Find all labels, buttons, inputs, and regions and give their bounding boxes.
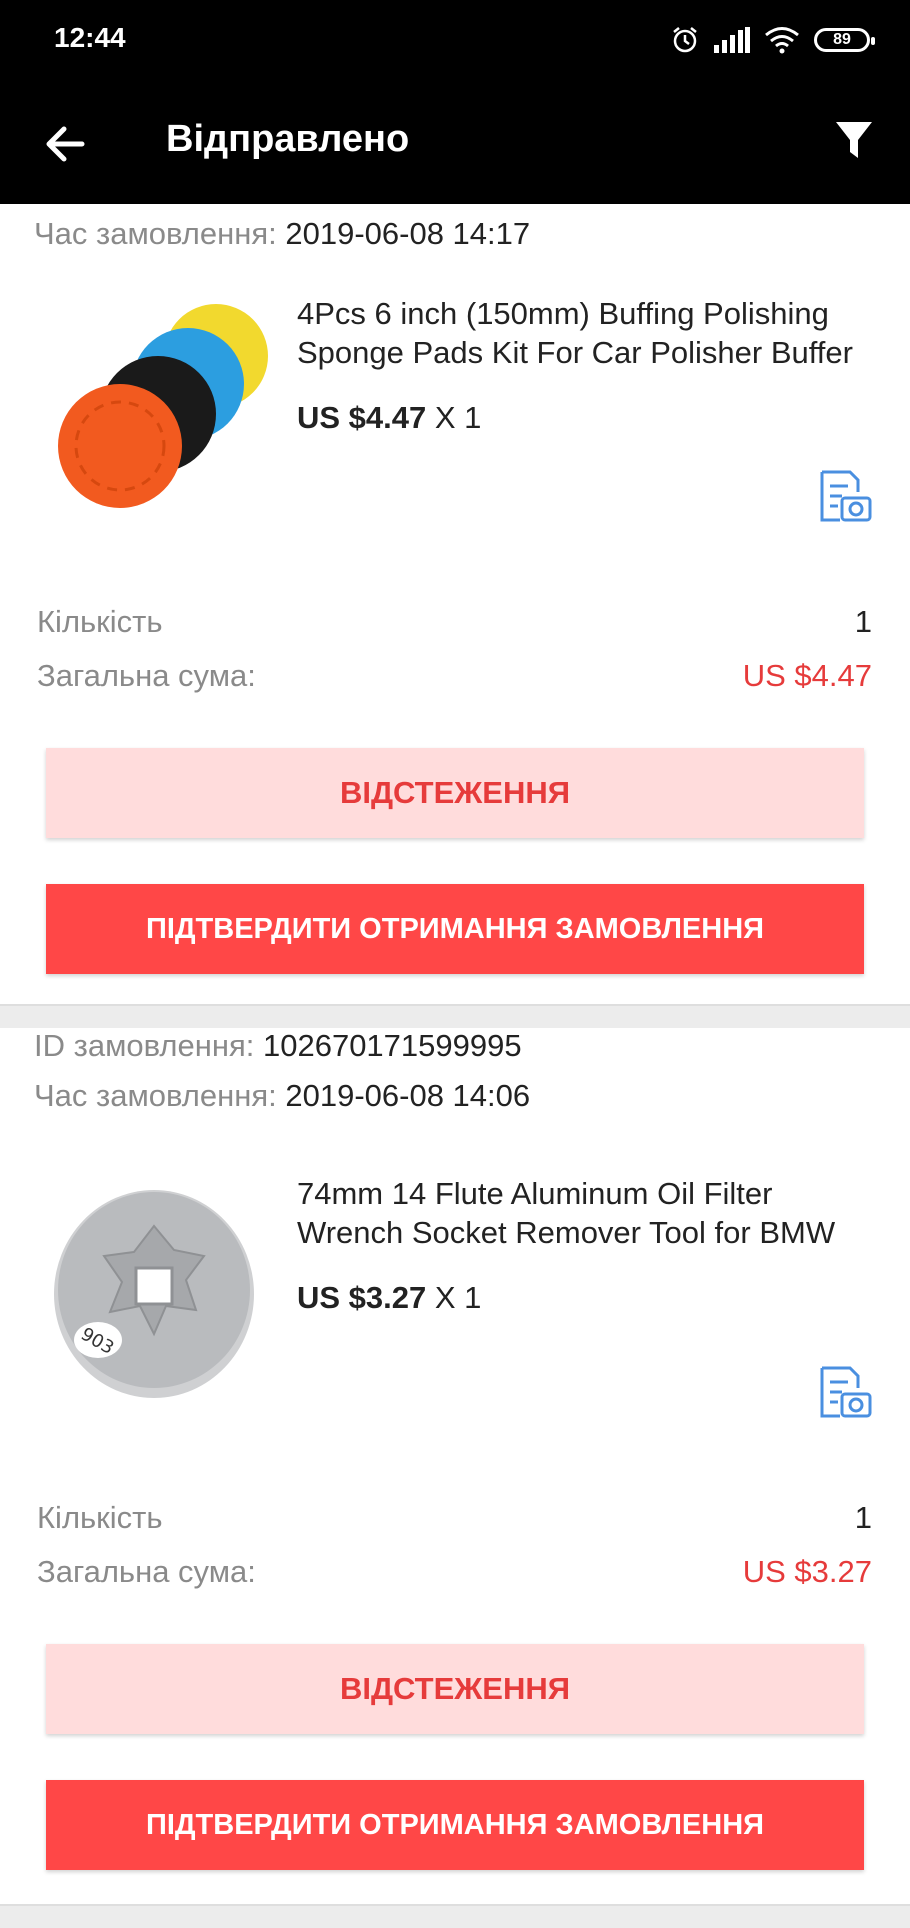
- quantity-row: Кількість 1: [37, 604, 872, 640]
- product-title[interactable]: 4Pcs 6 inch (150mm) Buffing Polishing Sp…: [297, 294, 877, 372]
- order-divider: [0, 1004, 910, 1028]
- page-title: Відправлено: [166, 118, 410, 160]
- product-qty: X 1: [434, 400, 482, 435]
- order-id: ID замовлення: 102670171599995: [34, 1028, 522, 1064]
- order-time-label: Час замовлення:: [34, 216, 277, 251]
- order-card: ID замовлення: 102670171599995 Час замов…: [0, 1028, 910, 1908]
- photo-review-icon[interactable]: [816, 468, 872, 524]
- product-title[interactable]: 74mm 14 Flute Aluminum Oil Filter Wrench…: [297, 1174, 877, 1252]
- confirm-receipt-button[interactable]: ПІДТВЕРДИТИ ОТРИМАННЯ ЗАМОВЛЕННЯ: [46, 1780, 864, 1870]
- battery-indicator: 89: [814, 28, 875, 52]
- battery-level: 89: [833, 31, 851, 48]
- total-row: Загальна сума: US $3.27: [37, 1554, 872, 1590]
- order-time: Час замовлення: 2019-06-08 14:06: [34, 1078, 530, 1114]
- order-id-value: 102670171599995: [262, 1028, 522, 1063]
- quantity-row: Кількість 1: [37, 1500, 872, 1536]
- total-label: Загальна сума:: [37, 658, 256, 693]
- order-time: Час замовлення: 2019-06-08 14:17: [34, 216, 530, 252]
- status-time: 12:44: [54, 22, 126, 53]
- total-label: Загальна сума:: [37, 1554, 256, 1589]
- product-price: US $4.47 X 1: [297, 400, 481, 436]
- confirm-receipt-button[interactable]: ПІДТВЕРДИТИ ОТРИМАННЯ ЗАМОВЛЕННЯ: [46, 884, 864, 974]
- product-image[interactable]: [36, 296, 272, 532]
- order-time-value: 2019-06-08 14:17: [285, 216, 531, 251]
- product-price-value: US $4.47: [297, 400, 427, 435]
- quantity-label: Кількість: [37, 1500, 163, 1535]
- status-bar: 12:44 89: [0, 0, 910, 80]
- order-id-label: ID замовлення:: [34, 1028, 255, 1063]
- total-value: US $4.47: [742, 658, 872, 693]
- order-time-label: Час замовлення:: [34, 1078, 277, 1113]
- total-row: Загальна сума: US $4.47: [37, 658, 872, 694]
- back-arrow-icon[interactable]: [38, 116, 94, 172]
- quantity-label: Кількість: [37, 604, 163, 639]
- quantity-value: 1: [854, 604, 872, 639]
- quantity-value: 1: [854, 1500, 872, 1535]
- signal-icon: [714, 27, 750, 53]
- track-button[interactable]: ВІДСТЕЖЕННЯ: [46, 1644, 864, 1734]
- product-image[interactable]: 903: [36, 1170, 272, 1406]
- filter-icon[interactable]: [832, 118, 876, 162]
- product-price: US $3.27 X 1: [297, 1280, 481, 1316]
- order-time-value: 2019-06-08 14:06: [285, 1078, 531, 1113]
- order-card: Час замовлення: 2019-06-08 14:17 4Pcs 6 …: [0, 204, 910, 1004]
- status-icons: 89: [670, 22, 875, 58]
- total-value: US $3.27: [742, 1554, 872, 1589]
- photo-review-icon[interactable]: [816, 1364, 872, 1420]
- wifi-icon: [765, 27, 799, 54]
- alarm-icon: [673, 27, 697, 53]
- track-button[interactable]: ВІДСТЕЖЕННЯ: [46, 748, 864, 838]
- app-bar: Відправлено: [0, 80, 910, 204]
- product-qty: X 1: [434, 1280, 482, 1315]
- product-price-value: US $3.27: [297, 1280, 427, 1315]
- order-divider: [0, 1904, 910, 1928]
